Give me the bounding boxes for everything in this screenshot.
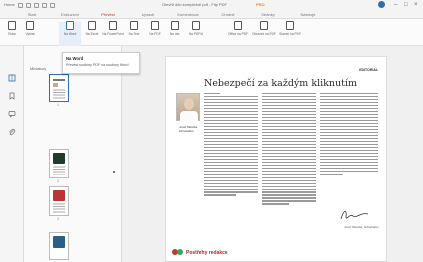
maximize-icon[interactable]: □ <box>404 0 408 10</box>
signature-name-text: Josef Mikulka <box>344 225 363 229</box>
tool-label: Skener na PDF <box>279 32 301 36</box>
page-thumbnail[interactable] <box>49 74 69 102</box>
image-icon <box>171 21 179 30</box>
photo-caption: Josef Mikulka šéfredaktor <box>179 125 197 133</box>
office-icon <box>234 21 242 30</box>
tooltip: Na Word Převést soubory PDF na soubory W… <box>62 52 140 74</box>
undo-icon[interactable] <box>42 3 47 8</box>
select-tool-button[interactable]: Vybrat <box>18 21 42 36</box>
menu-tabs: Start Exkluzivní Převést Upravit Komento… <box>0 11 423 19</box>
author-photo <box>176 93 200 122</box>
excel-icon <box>88 21 96 30</box>
pdfa-icon <box>192 21 200 30</box>
scanner-icon <box>286 21 294 30</box>
word-icon <box>66 21 74 30</box>
thumbnail-panel: Miniatury <box>24 46 122 262</box>
signature-image <box>340 210 369 220</box>
logo-dot-green <box>177 249 183 255</box>
redo-icon[interactable] <box>50 3 55 8</box>
tab-komentovat[interactable]: Komentovat <box>166 12 210 18</box>
text-column-3 <box>320 93 378 177</box>
tool-label: Na PDF/A <box>188 32 204 36</box>
tab-stranky[interactable]: Stránky <box>246 12 290 18</box>
scanner-to-pdf-button[interactable]: Skener na PDF <box>278 21 302 36</box>
minimize-icon[interactable]: – <box>394 0 397 10</box>
thumbnail-panel-title: Miniatury <box>30 66 47 71</box>
footer-section-label: Postřehy redakce <box>186 250 228 256</box>
picture-icon <box>260 21 268 30</box>
window-title: Otevřít dílo kompletně pdf - Flip PDF <box>162 2 227 7</box>
save-icon[interactable] <box>18 3 23 8</box>
comment-icon[interactable] <box>8 110 16 118</box>
signature-name: Josef Mikulka, šéfredaktor <box>344 225 379 229</box>
caption-role: šéfredaktor <box>179 129 195 133</box>
page-number: 1 <box>57 103 59 107</box>
tool-label: Office na PDF <box>228 32 248 36</box>
tab-nastroje[interactable]: Nástroje <box>286 12 330 18</box>
text-column-1 <box>204 93 258 197</box>
pdf-page[interactable]: EDITORIAL Nebezpečí za každým kliknutím … <box>165 56 387 262</box>
page-thumbnail[interactable] <box>49 232 69 260</box>
image-to-pdf-button[interactable]: Obrázek na PDF <box>252 21 276 36</box>
page-thumbnail[interactable] <box>49 186 69 216</box>
cursor-icon <box>26 21 34 30</box>
office-to-pdf-button[interactable]: Office na PDF <box>226 21 250 36</box>
window-controls: – □ × <box>392 0 423 11</box>
tool-label: Vybrat <box>25 32 35 36</box>
close-icon[interactable]: × <box>414 0 418 10</box>
tooltip-text: Převést soubory PDF na soubory Word <box>66 63 129 67</box>
tool-label: Na Word <box>63 32 77 36</box>
powerpoint-icon <box>109 21 117 30</box>
print-icon[interactable] <box>34 3 39 8</box>
article-headline: Nebezpečí za každým kliknutím <box>204 78 358 89</box>
hand-icon <box>8 21 16 30</box>
tab-upravit[interactable]: Upravit <box>126 12 170 18</box>
tab-prevest[interactable]: Převést <box>86 12 130 18</box>
to-word-button[interactable]: Na Word <box>58 21 82 36</box>
open-icon[interactable] <box>26 3 31 8</box>
thumbnails-icon[interactable] <box>8 74 16 82</box>
page-number: 2 <box>57 179 59 183</box>
tab-chranit[interactable]: Chránit <box>206 12 250 18</box>
bookmark-icon[interactable] <box>8 92 16 100</box>
text-icon <box>130 21 138 30</box>
page-thumbnail[interactable] <box>49 149 69 178</box>
account-icon[interactable] <box>378 1 385 8</box>
signature-role-text: šéfredaktor <box>363 225 379 229</box>
magazine-tag: EDITORIAL <box>359 68 378 72</box>
tooltip-title: Na Word <box>66 56 84 61</box>
text-column-2 <box>262 93 316 206</box>
mouse-cursor <box>113 171 115 173</box>
tool-label: Obrázek na PDF <box>252 32 276 36</box>
left-icon-rail <box>0 46 24 262</box>
pdf-icon <box>151 21 159 30</box>
title-bar: Home Otevřít dílo kompletně pdf - Flip P… <box>0 0 423 11</box>
to-pdfa-button[interactable]: Na PDF/A <box>184 21 208 36</box>
attachment-icon[interactable] <box>8 128 16 136</box>
page-number: 3 <box>57 217 59 221</box>
pro-badge: PRO <box>256 2 265 7</box>
home-label[interactable]: Home <box>4 2 15 8</box>
